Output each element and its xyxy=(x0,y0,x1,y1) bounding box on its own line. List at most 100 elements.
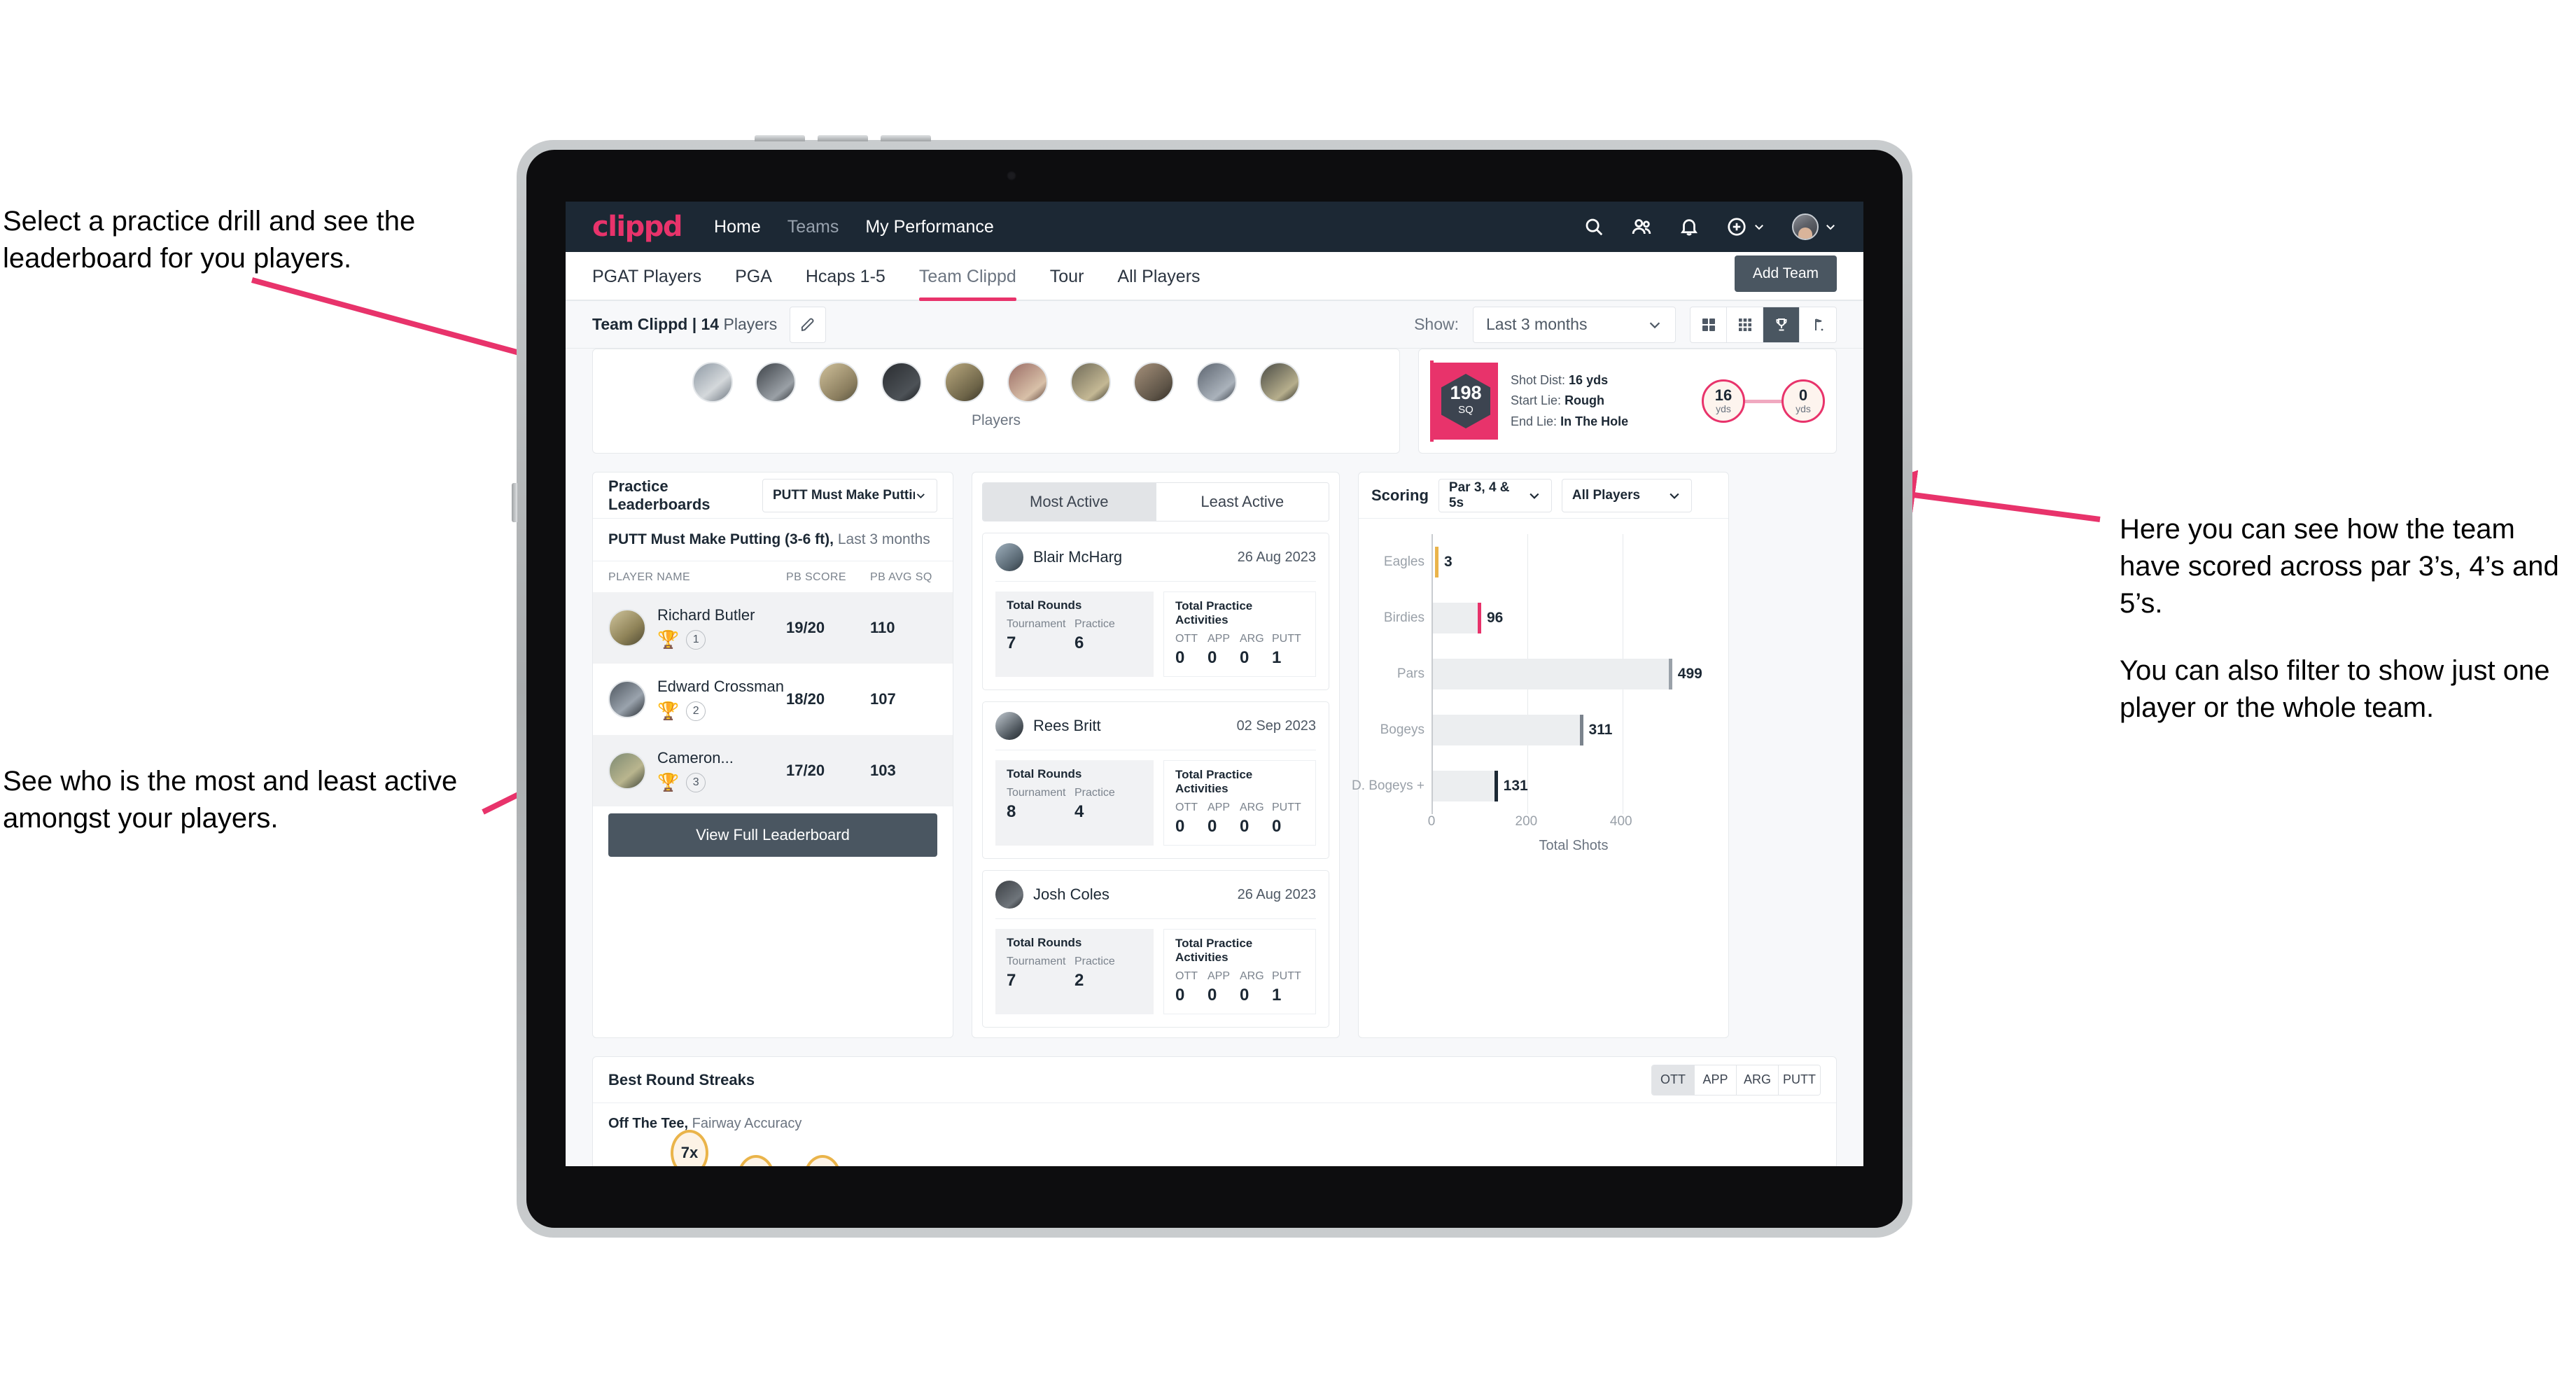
grid-small-icon[interactable] xyxy=(1727,307,1763,342)
bell-icon[interactable] xyxy=(1679,216,1700,237)
table-row[interactable]: Edward Crossman 🏆 2 18/20 107 xyxy=(593,664,953,735)
player-avatar[interactable] xyxy=(1196,362,1237,402)
flag-icon[interactable] xyxy=(1800,307,1836,342)
view-full-leaderboard-button[interactable]: View Full Leaderboard xyxy=(608,813,937,857)
search-icon[interactable] xyxy=(1583,216,1604,237)
scoring-bar xyxy=(1433,547,1438,578)
tab-hcaps-1-5[interactable]: Hcaps 1-5 xyxy=(789,267,902,300)
arg-label: ARG xyxy=(1240,802,1264,813)
putt-col: PUTT 0 xyxy=(1272,802,1304,836)
tab-pga[interactable]: PGA xyxy=(718,267,789,300)
tab-least-active[interactable]: Least Active xyxy=(1155,483,1329,521)
profile-menu[interactable] xyxy=(1792,214,1837,240)
tab-putt[interactable]: PUTT xyxy=(1778,1065,1820,1095)
player-avatar xyxy=(995,881,1023,909)
player-avatar[interactable] xyxy=(1259,362,1300,402)
scoring-bar xyxy=(1433,771,1498,802)
list-item[interactable]: Rees Britt 02 Sep 2023 Total Rounds Tour… xyxy=(982,701,1329,859)
player-avatar[interactable] xyxy=(881,362,922,402)
add-menu[interactable] xyxy=(1726,216,1765,237)
streak-value-bubble: 7x xyxy=(671,1130,708,1166)
player-name: Richard Butler xyxy=(657,606,755,624)
app-value: 0 xyxy=(1208,986,1217,1004)
start-lie-value: Rough xyxy=(1564,393,1605,408)
activity-date: 02 Sep 2023 xyxy=(1236,718,1316,734)
table-row[interactable]: Cameron... 🏆 3 17/20 103 xyxy=(593,735,953,806)
nav-link-my-performance[interactable]: My Performance xyxy=(865,217,993,237)
add-team-button[interactable]: Add Team xyxy=(1734,255,1837,292)
show-range-select[interactable]: Last 3 months xyxy=(1473,306,1676,343)
list-item[interactable]: Blair McHarg 26 Aug 2023 Total Rounds To… xyxy=(982,533,1329,690)
player-filter-select[interactable]: All Players xyxy=(1561,478,1692,512)
activity-item-body: Total Rounds Tournament 7 Practice xyxy=(995,592,1316,677)
practice-activities-columns: OTT 0 APP 0 ARG xyxy=(1175,633,1304,668)
drill-select[interactable]: PUTT Must Make Putting ... xyxy=(762,478,937,512)
tab-arg[interactable]: ARG xyxy=(1736,1065,1778,1095)
scoring-bar-chart: Eagles 3 Birdies 96 Pars 499 Bogeys 311 D. Bogey… xyxy=(1352,519,1728,1037)
tab-tour[interactable]: Tour xyxy=(1033,267,1101,300)
total-rounds-columns: Tournament 7 Practice 2 xyxy=(1007,955,1142,990)
tab-most-active[interactable]: Most Active xyxy=(983,483,1156,521)
column-player-name: PLAYER NAME xyxy=(608,571,691,583)
player-avatar[interactable] xyxy=(818,362,859,402)
activity-item-header: Josh Coles 26 Aug 2023 xyxy=(995,881,1316,919)
tab-app[interactable]: APP xyxy=(1694,1065,1736,1095)
trophy-icon: 🏆 xyxy=(657,772,680,792)
par-filter-select[interactable]: Par 3, 4 & 5s xyxy=(1438,478,1552,512)
player-name: Blair McHarg xyxy=(1033,548,1123,566)
power-button[interactable] xyxy=(512,483,517,522)
player-badges: 🏆 3 xyxy=(657,773,786,792)
avatar[interactable] xyxy=(1792,214,1819,240)
scoring-bar-cap xyxy=(1477,603,1481,634)
putt-value: 0 xyxy=(1272,817,1282,836)
scoring-bar xyxy=(1433,715,1583,746)
dashboard-content[interactable]: Players 198 SQ Shot Dist: 16 yds Start L… xyxy=(566,349,1863,1166)
trophy-icon[interactable] xyxy=(1763,307,1800,342)
tournament-value: 7 xyxy=(1007,634,1016,652)
player-avatar[interactable] xyxy=(1133,362,1174,402)
player-filter-value: All Players xyxy=(1572,487,1641,503)
player-avatar[interactable] xyxy=(755,362,796,402)
view-mode-toggle xyxy=(1690,306,1837,343)
volume-button-2[interactable] xyxy=(818,135,868,141)
table-row[interactable]: Richard Butler 🏆 1 19/20 110 xyxy=(593,592,953,664)
scoring-bar-cap xyxy=(1494,771,1498,802)
activity-date: 26 Aug 2023 xyxy=(1237,886,1316,902)
chevron-down-icon xyxy=(1824,220,1837,233)
team-tab-bar: PGAT Players PGA Hcaps 1-5 Team Clippd T… xyxy=(566,252,1863,301)
edit-team-button[interactable] xyxy=(790,306,827,343)
player-badges: 🏆 2 xyxy=(657,701,786,721)
scoring-category-label: Bogeys xyxy=(1380,722,1424,737)
annotation-right-p1: Here you can see how the team have score… xyxy=(2120,514,2559,620)
player-avatar[interactable] xyxy=(1070,362,1111,402)
putt-label: PUTT xyxy=(1272,970,1301,982)
player-avatar[interactable] xyxy=(1007,362,1048,402)
player-avatar[interactable] xyxy=(944,362,985,402)
tab-pgat-players[interactable]: PGAT Players xyxy=(592,267,718,300)
shot-detail-card: 198 SQ Shot Dist: 16 yds Start Lie: Roug… xyxy=(1418,349,1837,454)
scoring-bar-cap xyxy=(1579,715,1583,746)
list-item[interactable]: Josh Coles 26 Aug 2023 Total Rounds Tour… xyxy=(982,870,1329,1028)
tab-ott[interactable]: OTT xyxy=(1652,1065,1694,1095)
scoring-category-label: Birdies xyxy=(1383,610,1424,625)
tab-all-players[interactable]: All Players xyxy=(1100,267,1217,300)
scoring-category-label: Eagles xyxy=(1383,554,1424,569)
volume-button-3[interactable] xyxy=(881,135,931,141)
people-icon[interactable] xyxy=(1631,216,1652,237)
pb-avg-sq: 103 xyxy=(870,762,896,779)
tab-team-clippd[interactable]: Team Clippd xyxy=(902,267,1033,301)
grid-large-icon[interactable] xyxy=(1690,307,1727,342)
nav-link-home[interactable]: Home xyxy=(714,217,761,237)
pb-score: 18/20 xyxy=(786,690,825,708)
player-avatar[interactable] xyxy=(692,362,733,402)
putt-label: PUTT xyxy=(1272,633,1301,645)
nav-link-teams[interactable]: Teams xyxy=(788,217,839,237)
plus-circle-icon[interactable] xyxy=(1726,216,1747,237)
clippd-logo[interactable]: clippd xyxy=(592,211,683,243)
scoring-x-axis-ticks: 0 200 400 xyxy=(1428,814,1716,835)
total-rounds-title: Total Rounds xyxy=(1007,767,1082,780)
arg-value: 0 xyxy=(1240,986,1250,1004)
arg-col: ARG 0 xyxy=(1240,970,1272,1005)
volume-button-1[interactable] xyxy=(755,135,805,141)
player-name: Josh Coles xyxy=(1033,886,1110,903)
